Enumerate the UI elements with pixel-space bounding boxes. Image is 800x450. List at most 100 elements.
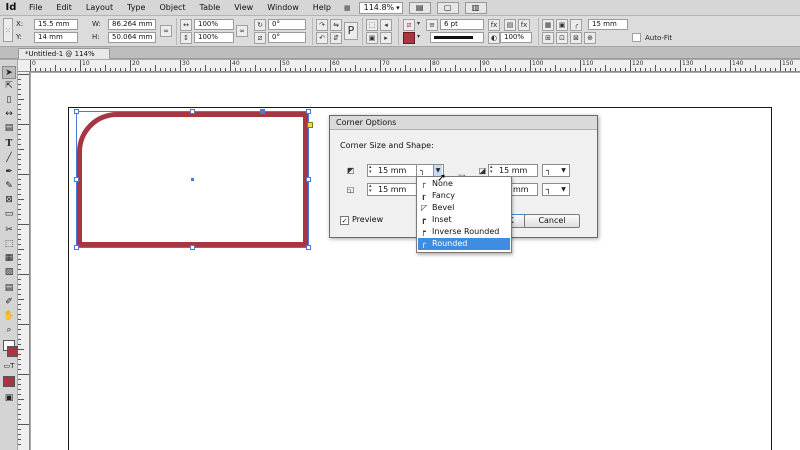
flip-horizontal-icon[interactable]: ⇋ [330,19,342,31]
stroke-type-select[interactable] [430,32,484,43]
select-next-icon[interactable]: ▸ [380,32,392,44]
fx-menu-icon[interactable]: fx [518,19,530,31]
pen-tool-icon[interactable]: ✒ [2,166,16,179]
pencil-tool-icon[interactable]: ✎ [2,180,16,193]
arrange-documents-icon[interactable]: ▥ [464,1,487,14]
gap-tool-icon[interactable]: ↔ [2,108,16,121]
content-collector-icon[interactable]: ▤ [2,122,16,135]
handle-bottom-right[interactable] [306,245,311,250]
screen-mode-tool-icon[interactable]: ▣ [2,392,16,405]
live-corner-widget[interactable] [307,122,313,128]
dropdown-item-fancy[interactable]: ┎ Fancy [418,190,510,202]
view-options-icon[interactable]: ▤ [408,1,431,14]
selection-tool-icon[interactable]: ➤ [2,66,16,79]
reference-point-icon[interactable]: ⁙ [3,18,13,42]
direct-selection-tool-icon[interactable]: ⇱ [2,80,16,93]
handle-middle-right[interactable] [306,177,311,182]
note-tool-icon[interactable]: ▤ [2,282,16,295]
menu-type[interactable]: Type [120,0,152,16]
menu-edit[interactable]: Edit [49,0,79,16]
gradient-feather-tool-icon[interactable]: ▧ [2,266,16,279]
x-field[interactable]: 15.5 mm [34,19,78,30]
center-content-icon[interactable]: ⊕ [584,32,596,44]
effects-icon[interactable]: fx [488,19,500,31]
fit-frame-icon[interactable]: ⊡ [556,32,568,44]
chevron-down-icon[interactable]: ▼ [559,184,568,195]
menu-layout[interactable]: Layout [79,0,120,16]
fill-dropdown-icon[interactable]: ▾ [417,20,420,27]
select-content-icon[interactable]: ▣ [366,32,378,44]
apply-color-icon[interactable] [3,376,15,387]
scissors-tool-icon[interactable]: ✂ [2,224,16,237]
stroke-dropdown-icon[interactable]: ▾ [417,33,420,40]
y-field[interactable]: 14 mm [34,32,78,43]
dropdown-item-rounded[interactable]: ╭ Rounded [418,238,510,250]
handle-top-right[interactable] [306,109,311,114]
text-wrap-none-icon[interactable]: ▦ [542,19,554,31]
stroke-color-icon[interactable] [403,32,415,44]
menu-view[interactable]: View [227,0,260,16]
height-field[interactable]: 50.064 mm [108,32,156,43]
top-right-spinner-icon[interactable]: ▴ ▾ [490,165,497,176]
rotate-90-ccw-icon[interactable]: ↶ [316,32,328,44]
frame-handle-top-right-mid[interactable] [260,109,265,114]
top-right-shape-select[interactable]: ┐ ▼ [542,164,570,177]
gradient-swatch-tool-icon[interactable]: ▦ [2,252,16,265]
menu-table[interactable]: Table [193,0,228,16]
dropdown-item-none[interactable]: ┌ None [418,178,510,190]
top-left-size-field[interactable]: ▴ ▾ 15 mm [367,164,419,177]
handle-middle-left[interactable] [74,177,79,182]
chevron-down-icon[interactable]: ▼ [559,165,568,176]
scale-y-field[interactable]: 100% [194,32,234,43]
free-transform-tool-icon[interactable]: ⬚ [2,238,16,251]
hand-tool-icon[interactable]: ✋ [2,310,16,323]
fit-content-icon[interactable]: ⊞ [542,32,554,44]
flip-vertical-icon[interactable]: ⇵ [330,32,342,44]
shear-field[interactable]: 0° [268,32,306,43]
dropdown-item-bevel[interactable]: ◸ Bevel [418,202,510,214]
rectangle-frame-tool-icon[interactable]: ⊠ [2,194,16,207]
opacity-field[interactable]: 100% [500,32,532,43]
type-tool-icon[interactable]: T [2,138,16,151]
bottom-left-spinner-icon[interactable]: ▴ ▾ [369,184,376,195]
handle-bottom-left[interactable] [74,245,79,250]
document-tab[interactable]: *Untitled-1 @ 114% [18,48,110,59]
text-wrap-box-icon[interactable]: ▣ [556,19,568,31]
handle-bottom-center[interactable] [190,245,195,250]
fill-none-icon[interactable]: ⧄ [403,19,415,31]
drop-shadow-icon[interactable]: ▤ [504,19,516,31]
constrain-scale-icon[interactable]: ∞ [236,25,248,37]
preview-checkbox[interactable]: ✓ [340,216,349,225]
dialog-titlebar[interactable]: Corner Options [330,116,597,130]
top-left-spinner-icon[interactable]: ▴ ▾ [369,165,376,176]
handle-top-left[interactable] [74,109,79,114]
width-field[interactable]: 86.264 mm [108,19,156,30]
zoom-level-field[interactable]: 114.8% [358,1,403,14]
menu-object[interactable]: Object [152,0,192,16]
select-previous-icon[interactable]: ◂ [380,19,392,31]
select-container-icon[interactable]: ⬚ [366,19,378,31]
menu-window[interactable]: Window [260,0,306,16]
dropdown-item-inset[interactable]: ┏ Inset [418,214,510,226]
bridge-icon[interactable]: ▦ [344,4,351,12]
bottom-left-size-field[interactable]: ▴ ▾ 15 mm [367,183,419,196]
dropdown-item-inverse-rounded[interactable]: ┍ Inverse Rounded [418,226,510,238]
corner-shape-icon[interactable]: ╭ [570,19,582,31]
rotate-90-cw-icon[interactable]: ↷ [316,19,328,31]
zoom-tool-icon[interactable]: ⌕ [2,324,16,337]
rotate-field[interactable]: 0° [268,19,306,30]
screen-mode-icon[interactable]: ▢ [436,1,459,14]
fill-frame-icon[interactable]: ⊠ [570,32,582,44]
formatting-container-icon[interactable]: ▭T [2,360,16,373]
menu-help[interactable]: Help [306,0,338,16]
corner-size-field[interactable]: 15 mm [588,19,628,30]
stroke-weight-field[interactable]: 6 pt [440,19,484,30]
page-tool-icon[interactable]: ▯ [2,94,16,107]
line-tool-icon[interactable]: ╱ [2,152,16,165]
menu-file[interactable]: File [22,0,49,16]
bottom-right-shape-select[interactable]: ┐ ▼ [542,183,570,196]
rectangle-tool-icon[interactable]: ▭ [2,208,16,221]
constrain-proportions-icon[interactable]: ∞ [160,25,172,37]
eyedropper-tool-icon[interactable]: ✐ [2,296,16,309]
scale-x-field[interactable]: 100% [194,19,234,30]
